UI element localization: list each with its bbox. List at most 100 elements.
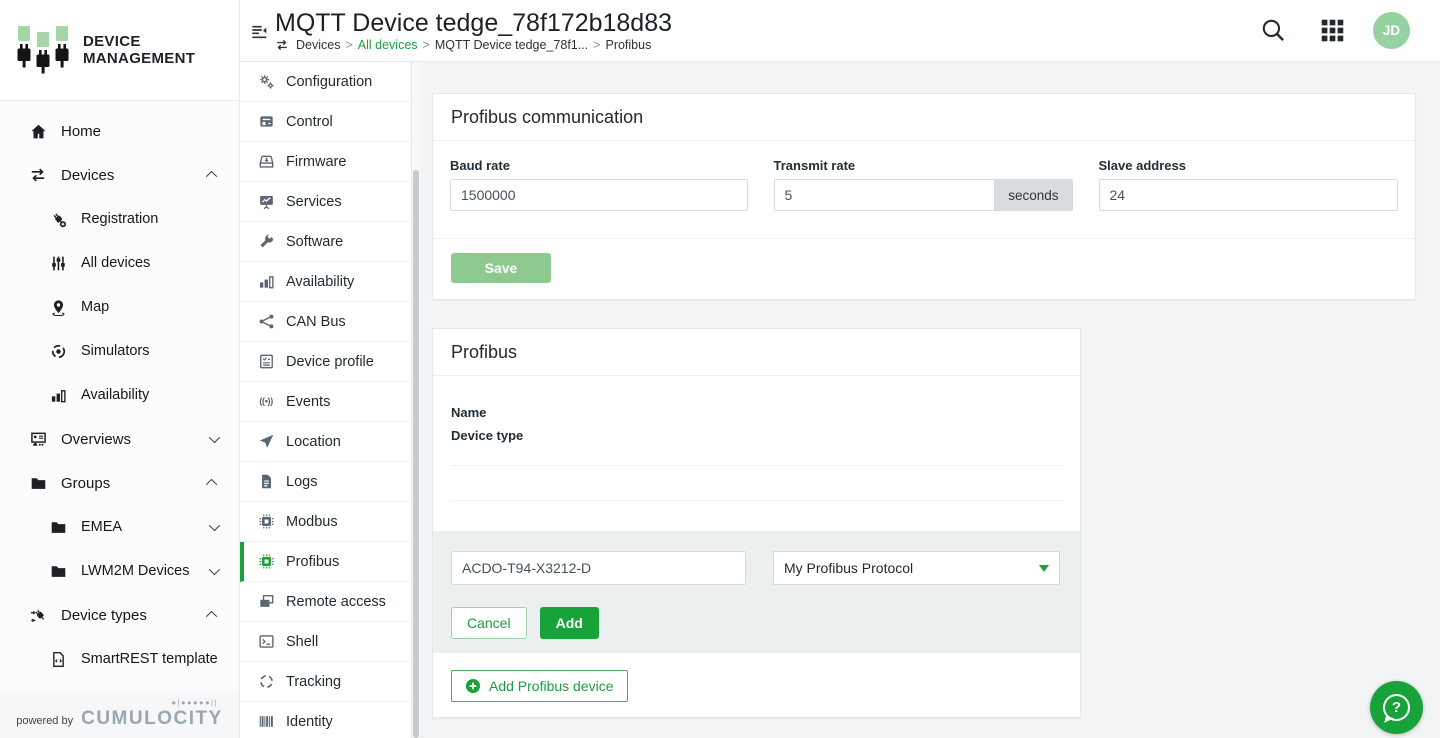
new-profibus-device-form: My Profibus Protocol Cancel Add bbox=[433, 531, 1080, 653]
search-icon[interactable] bbox=[1260, 17, 1287, 44]
device-tab-label: Events bbox=[286, 394, 330, 410]
device-tab-services[interactable]: Services bbox=[240, 182, 411, 222]
sidebar-item-label: Simulators bbox=[81, 343, 217, 359]
device-tab-label: CAN Bus bbox=[286, 314, 346, 330]
file-code-icon bbox=[47, 651, 69, 668]
chevron-down-icon bbox=[209, 520, 220, 531]
device-tab-location[interactable]: Location bbox=[240, 422, 411, 462]
sidebar-item-label: Overviews bbox=[61, 431, 209, 448]
device-tab-tracking[interactable]: Tracking bbox=[240, 662, 411, 702]
device-tab-configuration[interactable]: Configuration bbox=[240, 62, 411, 102]
device-tab-events[interactable]: ((•))Events bbox=[240, 382, 411, 422]
device-tab-label: Location bbox=[286, 434, 341, 450]
device-name-input[interactable] bbox=[451, 551, 746, 585]
sidebar-item-simulators[interactable]: Simulators bbox=[0, 329, 239, 373]
device-tab-profibus[interactable]: Profibus bbox=[240, 542, 411, 582]
tracking-icon bbox=[256, 673, 276, 690]
user-avatar[interactable]: JD bbox=[1373, 12, 1410, 49]
simulator-icon bbox=[47, 343, 69, 360]
barcode-icon bbox=[256, 713, 276, 730]
device-tab-shell[interactable]: Shell bbox=[240, 622, 411, 662]
app-switcher-icon[interactable] bbox=[1320, 18, 1345, 43]
sidebar-item-map[interactable]: Map bbox=[0, 285, 239, 329]
sidebar-item-devices[interactable]: Devices bbox=[0, 153, 239, 197]
baud-rate-label: Baud rate bbox=[450, 158, 748, 173]
folder-icon bbox=[47, 519, 69, 536]
card-title: Profibus bbox=[433, 329, 1080, 376]
sidebar-item-label: Availability bbox=[81, 387, 217, 403]
breadcrumb-all-devices[interactable]: All devices bbox=[358, 38, 418, 52]
sidebar-item-all-devices[interactable]: All devices bbox=[0, 241, 239, 285]
main-navigation: Home Devices RegistrationAll devicesMap Sim… bbox=[0, 101, 239, 738]
device-tab-label: Logs bbox=[286, 474, 317, 490]
chevron-down-icon bbox=[1039, 565, 1049, 572]
device-tab-identity[interactable]: Identity bbox=[240, 702, 411, 738]
device-tab-control[interactable]: Control bbox=[240, 102, 411, 142]
sidebar-item-emea[interactable]: EMEA bbox=[0, 505, 239, 549]
sidebar-item-label: Devices bbox=[61, 167, 209, 184]
sidebar-item-home[interactable]: Home bbox=[0, 109, 239, 153]
device-tab-firmware[interactable]: Firmware bbox=[240, 142, 411, 182]
sidebar-item-lwm2m-devices[interactable]: LWM2M Devices bbox=[0, 549, 239, 593]
sidebar-item-label: LWM2M Devices bbox=[81, 563, 209, 579]
sidebar-item-groups[interactable]: Groups bbox=[0, 461, 239, 505]
device-tab-label: Services bbox=[286, 194, 342, 210]
device-tab-label: Configuration bbox=[286, 74, 372, 90]
help-button[interactable]: ? bbox=[1370, 681, 1423, 734]
app-title: DEVICE MANAGEMENT bbox=[83, 33, 195, 68]
firmware-icon bbox=[256, 153, 276, 170]
save-button[interactable]: Save bbox=[451, 253, 551, 283]
page-header: MQTT Device tedge_78f172b18d83 Devices >… bbox=[240, 0, 1440, 62]
collapse-menu-icon[interactable] bbox=[249, 22, 269, 42]
device-tab-label: Firmware bbox=[286, 154, 346, 170]
profibus-card: Profibus Name Device type My Profibus Pr… bbox=[432, 328, 1081, 718]
device-tab-can-bus[interactable]: CAN Bus bbox=[240, 302, 411, 342]
main-content: Profibus communication Baud rate Transmi… bbox=[420, 62, 1440, 738]
slave-address-input[interactable] bbox=[1099, 179, 1398, 211]
exchange-icon bbox=[27, 166, 49, 184]
device-tab-label: Control bbox=[286, 114, 333, 130]
device-tab-label: Software bbox=[286, 234, 343, 250]
device-tab-remote-access[interactable]: Remote access bbox=[240, 582, 411, 622]
sidebar-item-smartrest-templates[interactable]: SmartREST templates bbox=[0, 637, 239, 681]
sidebar-item-device-types[interactable]: Device types bbox=[0, 593, 239, 637]
app-sidebar: DEVICE MANAGEMENT Home Devices Registratio… bbox=[0, 0, 240, 738]
add-profibus-device-button[interactable]: Add Profibus device bbox=[451, 670, 628, 702]
cancel-button[interactable]: Cancel bbox=[451, 607, 527, 639]
board-icon bbox=[27, 431, 49, 448]
software-icon bbox=[256, 233, 276, 250]
device-tab-availability[interactable]: Availability bbox=[240, 262, 411, 302]
slave-address-label: Slave address bbox=[1099, 158, 1398, 173]
divider bbox=[451, 465, 1062, 466]
shell-icon bbox=[256, 633, 276, 650]
protocol-select[interactable]: My Profibus Protocol bbox=[773, 551, 1060, 585]
device-tab-logs[interactable]: Logs bbox=[240, 462, 411, 502]
transmit-rate-label: Transmit rate bbox=[774, 158, 1073, 173]
sidebar-item-overviews[interactable]: Overviews bbox=[0, 417, 239, 461]
sidebar-item-registration[interactable]: Registration bbox=[0, 197, 239, 241]
device-tab-label: Device profile bbox=[286, 354, 374, 370]
breadcrumb: Devices > All devices > MQTT Device tedg… bbox=[275, 38, 672, 52]
chip-icon bbox=[256, 553, 276, 570]
baud-rate-input[interactable] bbox=[450, 179, 748, 211]
transmit-rate-input[interactable] bbox=[774, 179, 996, 211]
sliders-icon bbox=[47, 255, 69, 272]
plus-circle-icon bbox=[465, 678, 481, 694]
device-tab-software[interactable]: Software bbox=[240, 222, 411, 262]
chevron-down-icon bbox=[209, 432, 220, 443]
add-button[interactable]: Add bbox=[540, 607, 599, 639]
location-icon bbox=[256, 433, 276, 450]
column-name: Name bbox=[451, 404, 1062, 422]
bars-icon bbox=[256, 273, 276, 290]
device-management-logo-icon bbox=[17, 24, 70, 76]
sidebar-item-availability[interactable]: Availability bbox=[0, 373, 239, 417]
column-device-type: Device type bbox=[451, 427, 1062, 445]
breadcrumb-devices[interactable]: Devices bbox=[296, 38, 340, 52]
powered-by-footer: ●|●●●●●|| powered by CUMULOCITY bbox=[0, 691, 239, 738]
cumulocity-wordmark: CUMULOCITY bbox=[81, 708, 223, 730]
device-tab-label: Availability bbox=[286, 274, 354, 290]
scrollbar-thumb[interactable] bbox=[413, 170, 419, 738]
device-tab-modbus[interactable]: Modbus bbox=[240, 502, 411, 542]
breadcrumb-device[interactable]: MQTT Device tedge_78f1... bbox=[435, 38, 588, 52]
device-tab-device-profile[interactable]: Device profile bbox=[240, 342, 411, 382]
